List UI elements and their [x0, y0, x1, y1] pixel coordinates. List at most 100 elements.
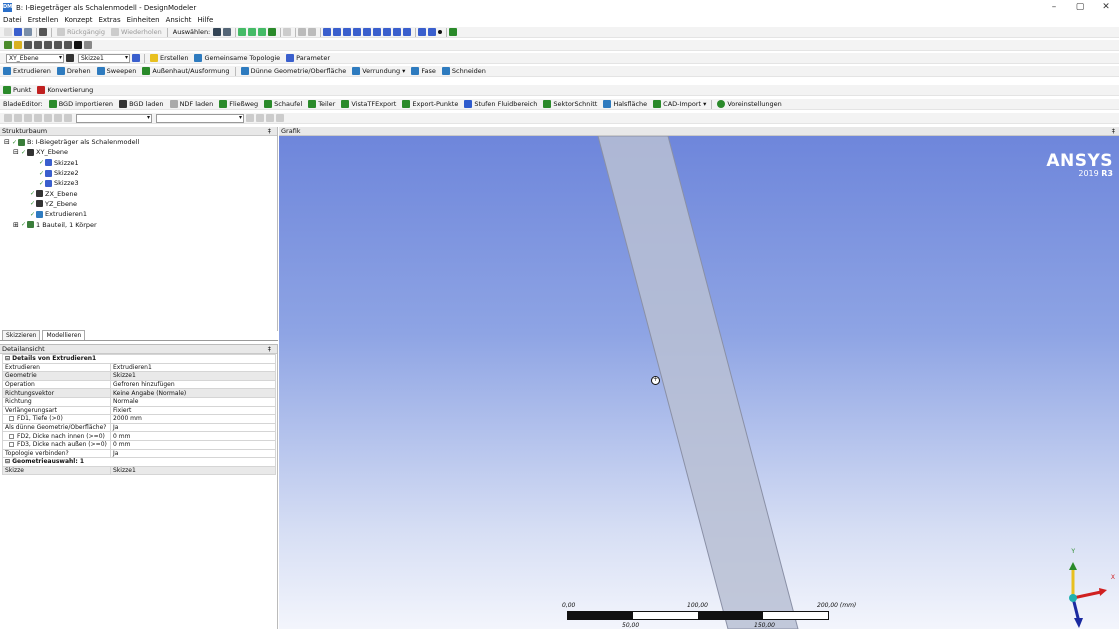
skin-button[interactable]: Außenhaut/Ausformung: [139, 66, 232, 77]
rotate-icon[interactable]: [323, 28, 332, 36]
details-row[interactable]: Extrudieren Extrudieren1: [2, 362, 276, 373]
tab-skizzieren[interactable]: Skizzieren: [2, 330, 41, 340]
menu-ansicht[interactable]: Ansicht: [163, 15, 195, 26]
expander-icon[interactable]: ⊟: [13, 148, 21, 156]
sketch-select[interactable]: Skizze1: [78, 53, 130, 63]
disabled-tool-icon[interactable]: [24, 114, 32, 122]
details-value[interactable]: Ja: [110, 448, 276, 459]
flag-icon[interactable]: [84, 41, 92, 49]
stage-fluid-button[interactable]: Stufen Fluidbereich: [461, 99, 540, 110]
tree-item[interactable]: ⊟ ✓ XY_Ebene: [0, 147, 277, 157]
details-value[interactable]: Gefroren hinzufügen: [110, 379, 276, 390]
next-view-icon[interactable]: [393, 28, 402, 36]
details-row[interactable]: Verlängerungsart Fixiert: [2, 405, 276, 416]
slice-button[interactable]: Schneiden: [439, 66, 489, 77]
menu-extras[interactable]: Extras: [95, 15, 123, 26]
restore-button[interactable]: ▢: [1067, 0, 1093, 15]
zoom-box-icon[interactable]: [353, 28, 362, 36]
save-icon[interactable]: [14, 28, 22, 36]
display-icon[interactable]: [428, 28, 437, 36]
extruded-beam[interactable]: [597, 136, 799, 629]
disabled-tool-icon[interactable]: [54, 114, 62, 122]
select-mode-icon[interactable]: [213, 28, 222, 36]
sweep-button[interactable]: Sweepen: [94, 66, 140, 77]
details-value[interactable]: 2000 mm: [110, 414, 276, 424]
details-row[interactable]: Als dünne Geometrie/Oberfläche? Ja: [2, 422, 276, 433]
ndf-load-button[interactable]: NDF laden: [167, 99, 217, 110]
details-value[interactable]: Extrudieren1: [110, 362, 276, 373]
details-row[interactable]: Richtung Normale: [2, 396, 276, 407]
tree-item[interactable]: ✓ Skizze3: [0, 178, 277, 188]
edge-display-3-icon[interactable]: [44, 41, 52, 49]
blend-button[interactable]: Verrundung ▾: [349, 66, 408, 77]
isometric-view-icon[interactable]: [403, 28, 412, 36]
select-edges-icon[interactable]: [248, 28, 257, 36]
disabled-select-1[interactable]: [76, 113, 152, 123]
pin-icon[interactable]: ‡: [1112, 127, 1119, 136]
tree-item[interactable]: ✓ ZX_Ebene: [0, 188, 277, 198]
bgd-import-button[interactable]: BGD importieren: [46, 99, 116, 110]
graphics-viewport[interactable]: ANSYS 2019 R3 + 0,00 100,00 200,00 (mm) …: [279, 136, 1119, 629]
menu-hilfe[interactable]: Hilfe: [194, 15, 216, 26]
extrude-button[interactable]: Extrudieren: [0, 66, 54, 77]
details-value[interactable]: Keine Angabe (Normale): [110, 388, 276, 398]
select-points-icon[interactable]: [238, 28, 247, 36]
triad-icon[interactable]: [418, 28, 427, 36]
details-value[interactable]: 0 mm: [110, 431, 276, 441]
parameter-button[interactable]: Parameter: [283, 53, 333, 64]
box-select-icon[interactable]: [298, 28, 307, 36]
disabled-tool-icon[interactable]: [34, 114, 42, 122]
details-row[interactable]: FD2, Dicke nach innen (>=0) 0 mm: [2, 431, 276, 441]
disabled-tool-icon[interactable]: [276, 114, 284, 122]
magnifier-icon[interactable]: [373, 28, 382, 36]
point-display-icon[interactable]: [438, 30, 443, 34]
help-icon[interactable]: [449, 28, 458, 36]
expander-icon[interactable]: ⊞: [13, 221, 21, 229]
select-faces-icon[interactable]: [258, 28, 267, 36]
face-color-icon[interactable]: [4, 41, 12, 49]
thin-surface-button[interactable]: Dünne Geometrie/Oberfläche: [238, 66, 350, 77]
tree-item[interactable]: ✓ YZ_Ebene: [0, 199, 277, 209]
point-button[interactable]: Punkt: [0, 85, 34, 96]
preferences-button[interactable]: Voreinstellungen: [714, 99, 784, 110]
tree-item[interactable]: ✓ Skizze2: [0, 168, 277, 178]
undo-button[interactable]: Rückgängig: [54, 27, 108, 38]
plane-select[interactable]: XY_Ebene: [6, 53, 64, 63]
parameter-checkbox[interactable]: [9, 433, 14, 439]
pan-icon[interactable]: [333, 28, 342, 36]
details-row[interactable]: FD3, Dicke nach außen (>=0) 0 mm: [2, 439, 276, 450]
select-filter-icon[interactable]: [223, 28, 232, 36]
edge-display-5-icon[interactable]: [64, 41, 72, 49]
pin-icon[interactable]: ‡: [268, 345, 277, 354]
menu-einheiten[interactable]: Einheiten: [124, 15, 163, 26]
vistatf-export-button[interactable]: VistaTFExport: [338, 99, 399, 110]
blade-button[interactable]: Schaufel: [261, 99, 305, 110]
parameter-checkbox[interactable]: [9, 416, 14, 422]
paint-select-icon[interactable]: [308, 28, 317, 36]
throat-area-button[interactable]: Halsfläche: [600, 99, 650, 110]
disabled-select-2[interactable]: [156, 113, 244, 123]
details-value[interactable]: Skizze1: [110, 371, 276, 381]
disabled-tool-icon[interactable]: [256, 114, 264, 122]
splitter-button[interactable]: Teiler: [305, 99, 338, 110]
screenshot-icon[interactable]: [39, 28, 47, 36]
details-row[interactable]: Skizze Skizze1: [2, 465, 276, 476]
pin-icon[interactable]: [74, 41, 82, 49]
flowpath-button[interactable]: Fließweg: [216, 99, 261, 110]
conversion-button[interactable]: Konvertierung: [34, 85, 96, 96]
disabled-tool-icon[interactable]: [44, 114, 52, 122]
details-row[interactable]: FD1, Tiefe (>0) 2000 mm: [2, 414, 276, 424]
export-icon[interactable]: [24, 28, 32, 36]
chamfer-button[interactable]: Fase: [408, 66, 439, 77]
new-icon[interactable]: [4, 28, 12, 36]
disabled-tool-icon[interactable]: [64, 114, 72, 122]
sector-cut-button[interactable]: SektorSchnitt: [540, 99, 600, 110]
edge-display-2-icon[interactable]: [34, 41, 42, 49]
cad-import-button[interactable]: CAD-Import ▾: [650, 99, 709, 110]
details-row[interactable]: Geometrie Skizze1: [2, 371, 276, 381]
tab-modellieren[interactable]: Modellieren: [42, 330, 86, 340]
menu-konzept[interactable]: Konzept: [61, 15, 95, 26]
edge-display-4-icon[interactable]: [54, 41, 62, 49]
revolve-button[interactable]: Drehen: [54, 66, 94, 77]
tree-item[interactable]: ✓ Skizze1: [0, 158, 277, 168]
